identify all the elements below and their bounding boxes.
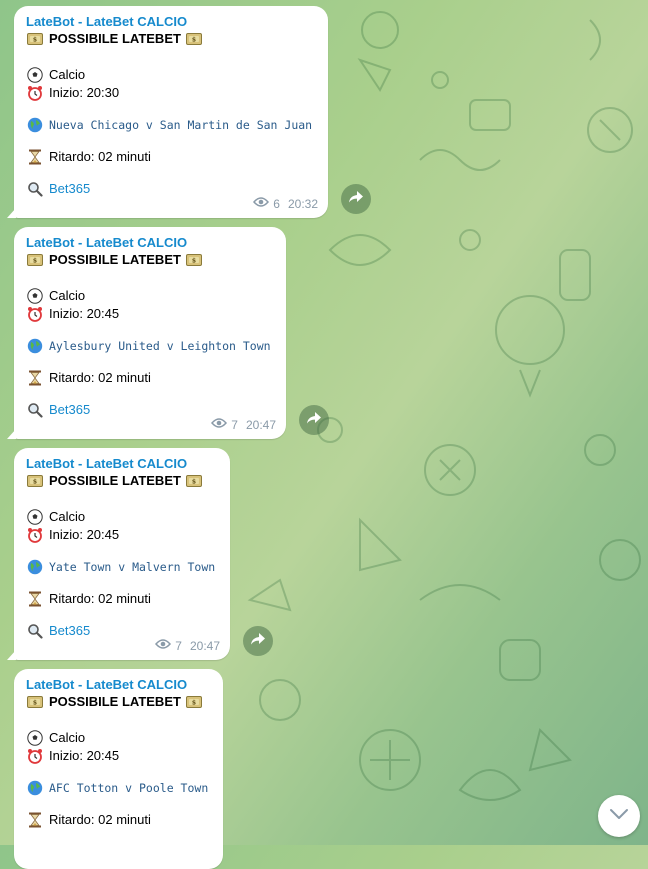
start-time: Inizio: 20:30 [49, 85, 120, 100]
money-bag-icon: $ [26, 693, 44, 711]
svg-text:$: $ [33, 258, 37, 265]
view-count: 6 [273, 196, 280, 211]
sport-label: Calcio [49, 288, 86, 303]
hourglass-icon [26, 811, 44, 829]
chevron-down-icon [609, 807, 629, 825]
headline: POSSIBILE LATEBET [49, 252, 181, 267]
headline: POSSIBILE LATEBET [49, 694, 181, 709]
alarm-clock-icon [26, 305, 44, 323]
soccer-ball-icon [26, 66, 44, 84]
start-time: Inizio: 20:45 [49, 306, 120, 321]
share-arrow-icon [250, 632, 266, 651]
svg-text:$: $ [33, 37, 37, 44]
svg-text:$: $ [192, 700, 196, 707]
match-name: AFC Totton v Poole Town [49, 781, 209, 795]
message-time: 20:32 [287, 196, 318, 211]
bookmaker-link[interactable]: Bet365 [49, 622, 90, 640]
svg-text:$: $ [192, 479, 196, 486]
delay-label: Ritardo: 02 minuti [49, 370, 151, 385]
eye-icon [211, 417, 228, 432]
message-bubble[interactable]: LateBot - LateBet CALCIO $ POSSIBILE LAT… [14, 669, 223, 869]
magnifier-icon [26, 622, 44, 640]
sender-name[interactable]: LateBot - LateBet CALCIO [26, 455, 218, 472]
view-count: 7 [231, 417, 238, 432]
match-name: Aylesbury United v Leighton Town [49, 339, 271, 353]
message-bubble[interactable]: LateBot - LateBet CALCIO $ POSSIBILE LAT… [7, 448, 230, 660]
share-button[interactable] [299, 405, 329, 435]
message-bubble[interactable]: LateBot - LateBet CALCIO $ POSSIBILE LAT… [7, 227, 286, 439]
view-count: 7 [175, 638, 182, 653]
message-bubble[interactable]: LateBot - LateBet CALCIO $ POSSIBILE LAT… [7, 6, 328, 218]
bookmaker-link[interactable]: Bet365 [49, 401, 90, 419]
start-time: Inizio: 20:45 [49, 748, 120, 763]
sender-name[interactable]: LateBot - LateBet CALCIO [26, 234, 274, 251]
message-time: 20:47 [245, 417, 276, 432]
match-name: Yate Town v Malvern Town [49, 560, 216, 574]
headline: POSSIBILE LATEBET [49, 473, 181, 488]
money-bag-icon: $ [26, 30, 44, 48]
share-button[interactable] [243, 626, 273, 656]
message-meta: 6 20:32 [253, 196, 318, 211]
sport-label: Calcio [49, 509, 86, 524]
globe-icon [26, 337, 44, 355]
svg-text:$: $ [33, 479, 37, 486]
alarm-clock-icon [26, 747, 44, 765]
headline: POSSIBILE LATEBET [49, 31, 181, 46]
delay-label: Ritardo: 02 minuti [49, 812, 151, 827]
delay-label: Ritardo: 02 minuti [49, 149, 151, 164]
hourglass-icon [26, 369, 44, 387]
money-bag-icon: $ [185, 30, 203, 48]
soccer-ball-icon [26, 729, 44, 747]
magnifier-icon [26, 180, 44, 198]
message-meta: 7 20:47 [211, 417, 276, 432]
money-bag-icon: $ [185, 472, 203, 490]
message-time: 20:47 [189, 638, 220, 653]
soccer-ball-icon [26, 287, 44, 305]
eye-icon [155, 638, 172, 653]
alarm-clock-icon [26, 84, 44, 102]
globe-icon [26, 116, 44, 134]
delay-label: Ritardo: 02 minuti [49, 591, 151, 606]
alarm-clock-icon [26, 526, 44, 544]
bubble-tail [7, 429, 16, 439]
scroll-to-bottom-button[interactable] [598, 795, 640, 837]
hourglass-icon [26, 148, 44, 166]
svg-text:$: $ [33, 700, 37, 707]
share-arrow-icon [348, 190, 364, 209]
start-time: Inizio: 20:45 [49, 527, 120, 542]
money-bag-icon: $ [185, 693, 203, 711]
money-bag-icon: $ [185, 251, 203, 269]
share-button[interactable] [341, 184, 371, 214]
svg-text:$: $ [192, 37, 196, 44]
eye-icon [253, 196, 270, 211]
svg-text:$: $ [192, 258, 196, 265]
share-arrow-icon [306, 411, 322, 430]
sender-name[interactable]: LateBot - LateBet CALCIO [26, 13, 316, 30]
sport-label: Calcio [49, 67, 86, 82]
globe-icon [26, 779, 44, 797]
hourglass-icon [26, 590, 44, 608]
match-name: Nueva Chicago v San Martin de San Juan [49, 118, 313, 132]
bookmaker-link[interactable]: Bet365 [49, 180, 90, 198]
money-bag-icon: $ [26, 472, 44, 490]
bubble-tail [7, 208, 16, 218]
bubble-tail [7, 650, 16, 660]
message-meta: 7 20:47 [155, 638, 220, 653]
sport-label: Calcio [49, 730, 86, 745]
magnifier-icon [26, 401, 44, 419]
sender-name[interactable]: LateBot - LateBet CALCIO [26, 676, 211, 693]
globe-icon [26, 558, 44, 576]
soccer-ball-icon [26, 508, 44, 526]
money-bag-icon: $ [26, 251, 44, 269]
